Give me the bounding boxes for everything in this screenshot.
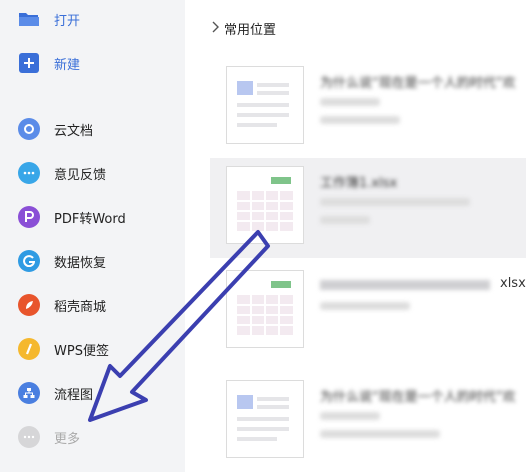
more-icon: [17, 425, 41, 449]
file-meta: [320, 198, 470, 206]
folder-open-icon: [17, 7, 41, 31]
sidebar-item-label: 流程图: [54, 387, 94, 403]
sidebar-item-label: 稻壳商城: [54, 299, 107, 315]
file-meta: [320, 116, 400, 124]
document-thumbnail-icon: [226, 66, 304, 144]
sidebar: 打开 新建 云文档 意见反馈 PDF转Word 数据恢复 稻壳商城 WPS便签 …: [0, 0, 185, 472]
file-name: 工作簿1.xlsx: [320, 176, 398, 191]
breadcrumb-label: 常用位置: [224, 23, 277, 38]
file-meta: [320, 98, 380, 106]
cloud-docs-icon: [17, 117, 41, 141]
sidebar-item-pdf-to-word[interactable]: PDF转Word: [0, 198, 185, 236]
chevron-right-icon: [212, 21, 220, 36]
document-thumbnail-icon: [226, 380, 304, 458]
sidebar-item-wps-notes[interactable]: WPS便签: [0, 330, 185, 368]
file-name: 为什么说“现在是一个人的时代”欢: [320, 76, 516, 91]
file-name: xlsx: [500, 276, 526, 291]
data-recovery-icon: [17, 249, 41, 273]
sidebar-item-label: 数据恢复: [54, 255, 107, 271]
sidebar-item-cloud-docs[interactable]: 云文档: [0, 110, 185, 148]
wps-notes-icon: [17, 337, 41, 361]
file-item[interactable]: 为什么说“现在是一个人的时代”欢: [210, 372, 526, 472]
sidebar-item-label: 意见反馈: [54, 167, 107, 183]
file-meta: [320, 412, 380, 420]
spreadsheet-thumbnail-icon: [226, 166, 304, 244]
sidebar-item-docer-store[interactable]: 稻壳商城: [0, 286, 185, 324]
sidebar-item-label: 云文档: [54, 123, 94, 139]
new-plus-icon: [17, 51, 41, 75]
breadcrumb[interactable]: 常用位置: [212, 19, 276, 38]
feedback-icon: [17, 161, 41, 185]
file-item[interactable]: 为什么说“现在是一个人的时代”欢: [210, 58, 526, 158]
sidebar-item-label: WPS便签: [54, 343, 109, 359]
sidebar-item-label: 打开: [54, 13, 81, 29]
sidebar-item-label: 新建: [54, 57, 81, 73]
file-item-selected[interactable]: 工作簿1.xlsx: [210, 158, 526, 258]
sidebar-item-feedback[interactable]: 意见反馈: [0, 154, 185, 192]
sidebar-item-label: PDF转Word: [54, 211, 126, 227]
file-meta: [320, 430, 440, 438]
sidebar-item-data-recovery[interactable]: 数据恢复: [0, 242, 185, 280]
spreadsheet-thumbnail-icon: [226, 270, 304, 348]
file-meta: [320, 216, 370, 224]
file-name: 为什么说“现在是一个人的时代”欢: [320, 390, 516, 405]
file-name-blurred: [320, 280, 490, 290]
flowchart-icon: [17, 381, 41, 405]
sidebar-item-new[interactable]: 新建: [0, 44, 185, 82]
file-item[interactable]: xlsx: [210, 262, 526, 362]
sidebar-item-label: 更多: [54, 431, 81, 447]
docer-store-icon: [17, 293, 41, 317]
sidebar-item-flowchart[interactable]: 流程图: [0, 374, 185, 412]
file-meta: [320, 302, 410, 310]
pdf-to-word-icon: [17, 205, 41, 229]
sidebar-item-open[interactable]: 打开: [0, 0, 185, 38]
sidebar-item-more[interactable]: 更多: [0, 418, 185, 456]
